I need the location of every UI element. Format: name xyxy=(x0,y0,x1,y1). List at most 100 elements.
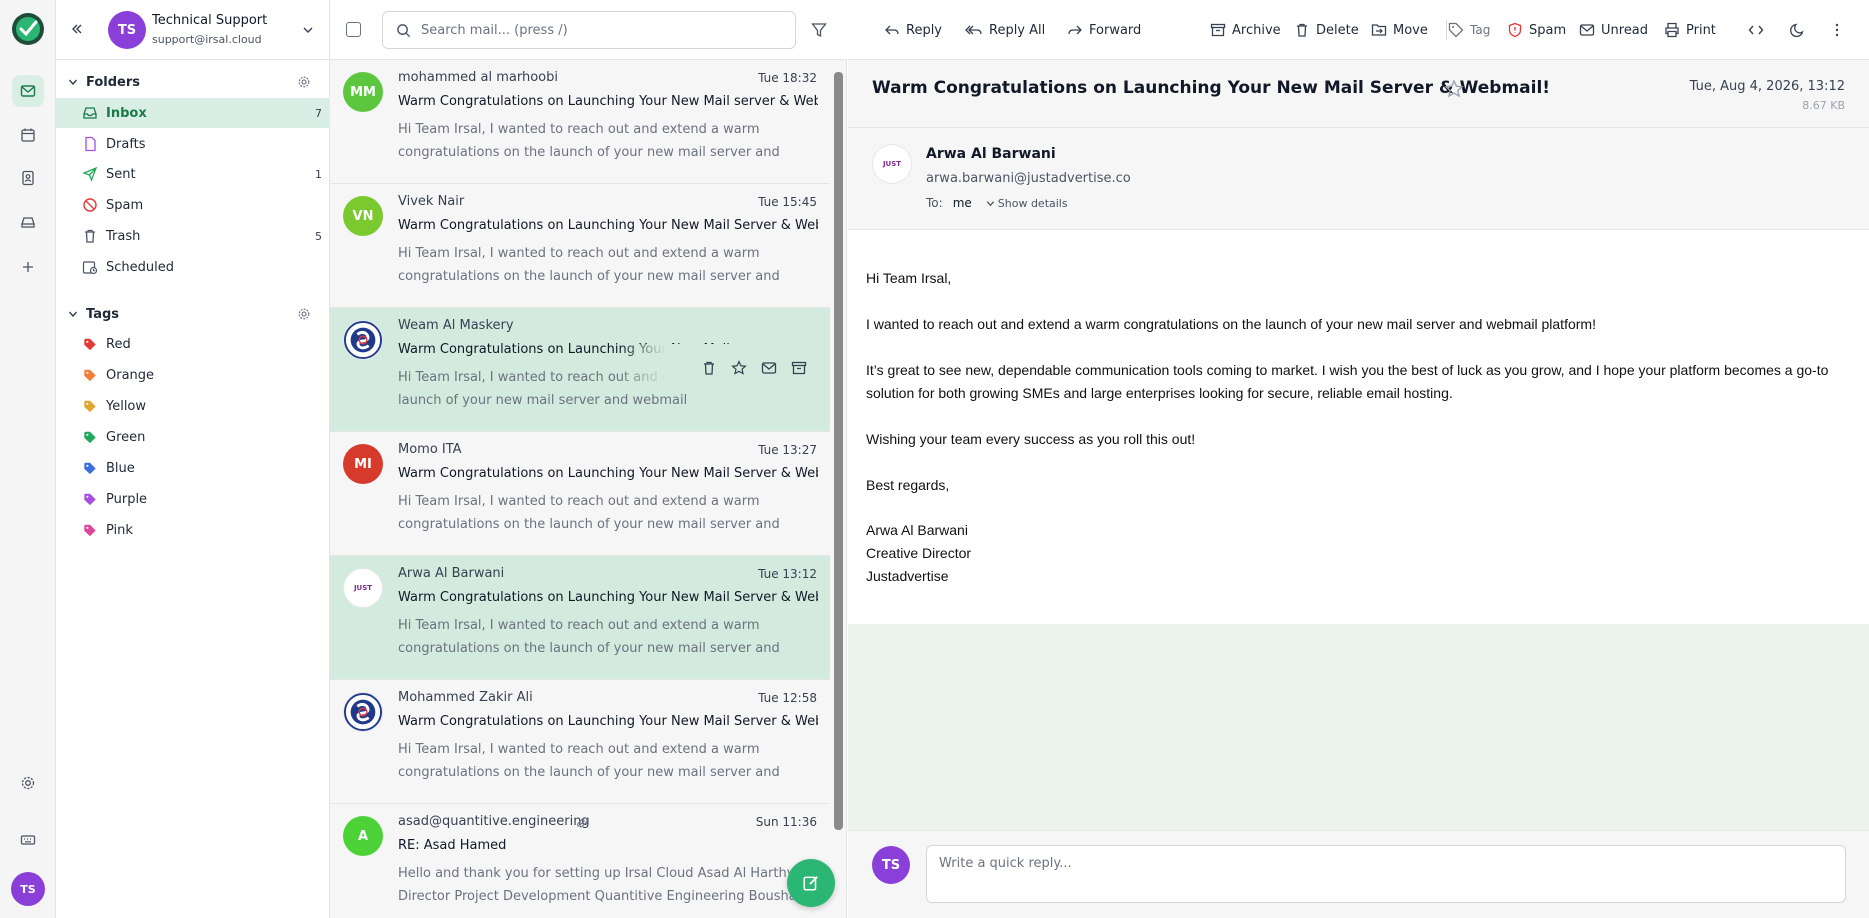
folders-header[interactable]: Folders xyxy=(68,71,140,93)
tag-item-red[interactable]: Red xyxy=(56,329,330,359)
tag-item-green[interactable]: Green xyxy=(56,422,330,452)
star-icon[interactable] xyxy=(731,360,747,376)
message-row[interactable]: MM mohammed al marhoobi Tue 18:32 Warm Cong… xyxy=(330,60,830,184)
message-row[interactable]: MI Momo ITA Tue 13:27 Warm Congratulations … xyxy=(330,432,830,556)
account-name: Technical Support xyxy=(152,13,268,28)
message-subject: Warm Congratulations on Launching Your N… xyxy=(398,466,818,481)
show-details-button[interactable]: Show details xyxy=(986,197,1068,210)
quick-reply-input[interactable]: Write a quick reply... xyxy=(926,845,1846,903)
tag-icon xyxy=(82,398,98,414)
body-paragraph: Hi Team Irsal, xyxy=(866,270,952,286)
trash-icon[interactable] xyxy=(701,360,717,376)
add-icon[interactable] xyxy=(12,251,44,283)
print-button[interactable]: Print xyxy=(1664,18,1716,42)
archive-button[interactable]: Archive xyxy=(1210,18,1281,42)
tags-header[interactable]: Tags xyxy=(68,303,119,325)
calendar-icon[interactable] xyxy=(12,119,44,151)
body-paragraph: Best regards, xyxy=(866,477,950,493)
folder-spam[interactable]: Spam xyxy=(56,190,330,220)
list-toolbar: Search mail... (press /) xyxy=(330,0,847,60)
reply-button[interactable]: Reply xyxy=(884,18,942,42)
reply-all-label: Reply All xyxy=(989,22,1046,38)
select-all-checkbox[interactable] xyxy=(346,22,361,37)
message-row[interactable]: Mohammed Zakir Ali Tue 12:58 Warm Congratu… xyxy=(330,680,830,804)
message-from: Vivek Nair xyxy=(398,194,465,209)
sender-avatar xyxy=(343,320,383,360)
message-subject: Warm Congratulations on Launching Your N… xyxy=(398,714,818,729)
app-rail: TS xyxy=(0,0,56,918)
message-subject: Warm Congratulations on Launching Your N… xyxy=(398,94,818,109)
folder-drafts[interactable]: Drafts xyxy=(56,129,330,159)
chevron-down-icon xyxy=(986,200,994,206)
reply-all-button[interactable]: Reply All xyxy=(965,18,1045,42)
archive-icon[interactable] xyxy=(791,360,807,376)
message-preview: Hi Team Irsal, I wanted to reach out and… xyxy=(398,742,780,780)
search-input[interactable]: Search mail... (press /) xyxy=(382,11,796,49)
collapse-sidebar-icon[interactable] xyxy=(70,22,84,36)
message-time: Tue 13:27 xyxy=(758,443,817,457)
tag-label: Yellow xyxy=(106,398,147,414)
search-icon xyxy=(396,23,411,38)
dark-mode-icon[interactable] xyxy=(1790,18,1812,42)
tag-item-pink[interactable]: Pink xyxy=(56,515,330,545)
contacts-icon[interactable] xyxy=(12,162,44,194)
filter-icon[interactable] xyxy=(811,22,827,38)
toolbar-divider xyxy=(1446,20,1447,40)
tag-item-purple[interactable]: Purple xyxy=(56,484,330,514)
compose-button[interactable] xyxy=(787,859,835,907)
move-label: Move xyxy=(1393,22,1428,38)
sender-logo: JUST xyxy=(882,160,902,168)
unread-button[interactable]: Unread xyxy=(1579,18,1648,42)
tag-icon xyxy=(82,522,98,538)
unread-count: 7 xyxy=(315,106,322,120)
forward-button[interactable]: Forward xyxy=(1067,18,1141,42)
message-row[interactable]: JUST Arwa Al Barwani Tue 13:12 Warm Congrat… xyxy=(330,556,830,680)
chevron-down-icon xyxy=(68,309,78,319)
folders-settings-icon[interactable] xyxy=(297,75,311,89)
message-row[interactable]: VN Vivek Nair Tue 15:45 Warm Congratulation… xyxy=(330,184,830,308)
sender-avatar: MI xyxy=(343,444,383,484)
folder-inbox[interactable]: Inbox 7 xyxy=(56,98,330,128)
inbox-icon xyxy=(82,105,98,121)
sender-email[interactable]: arwa.barwani@justadvertise.co xyxy=(926,171,1131,186)
message-from: asad@quantitive.engineering xyxy=(398,814,590,829)
mail-icon[interactable] xyxy=(12,75,44,107)
folder-label: Sent xyxy=(106,166,136,182)
message-time: Tue 13:12 xyxy=(758,567,817,581)
compose-icon xyxy=(802,874,820,892)
list-scrollbar[interactable] xyxy=(834,72,843,830)
more-options-icon[interactable] xyxy=(1829,18,1851,42)
folder-trash[interactable]: Trash 5 xyxy=(56,221,330,251)
move-button[interactable]: Move xyxy=(1371,18,1428,42)
message-row[interactable]: Aasad@quantitive.engineering Sun 11:36 RE:… xyxy=(330,804,830,918)
account-avatar[interactable]: TS xyxy=(108,11,146,49)
account-switch-chevron-icon[interactable] xyxy=(302,24,314,36)
search-placeholder: Search mail... (press /) xyxy=(421,22,568,38)
message-from: Weam Al Maskery xyxy=(398,318,514,333)
tag-label: Red xyxy=(106,336,131,352)
avatar-initials: A xyxy=(357,828,369,844)
tags-settings-icon[interactable] xyxy=(297,307,311,321)
star-icon[interactable] xyxy=(1444,79,1464,99)
settings-icon[interactable] xyxy=(12,767,44,799)
drive-icon[interactable] xyxy=(12,206,44,238)
message-list-pane: Search mail... (press /) MM mohammed al m… xyxy=(330,0,847,918)
print-label: Print xyxy=(1686,22,1716,38)
tag-item-yellow[interactable]: Yellow xyxy=(56,391,330,421)
user-avatar[interactable]: TS xyxy=(11,872,45,906)
body-paragraph: It’s great to see new, dependable commun… xyxy=(866,362,1829,401)
app-logo[interactable] xyxy=(10,11,46,47)
tag-button[interactable]: Tag xyxy=(1448,18,1490,42)
delete-button[interactable]: Delete xyxy=(1294,18,1359,42)
archive-label: Archive xyxy=(1232,22,1281,38)
spam-button[interactable]: Spam xyxy=(1507,18,1566,42)
folder-sent[interactable]: Sent 1 xyxy=(56,159,330,189)
keyboard-icon[interactable] xyxy=(12,824,44,856)
view-source-icon[interactable] xyxy=(1748,18,1770,42)
tag-item-blue[interactable]: Blue xyxy=(56,453,330,483)
folder-scheduled[interactable]: Scheduled xyxy=(56,252,330,282)
account-email: support@irsal.cloud xyxy=(152,33,262,46)
message-row[interactable]: Weam Al Maskery Warm Congratulations on L… xyxy=(330,308,830,432)
tag-item-orange[interactable]: Orange xyxy=(56,360,330,390)
mail-icon[interactable] xyxy=(761,360,777,376)
